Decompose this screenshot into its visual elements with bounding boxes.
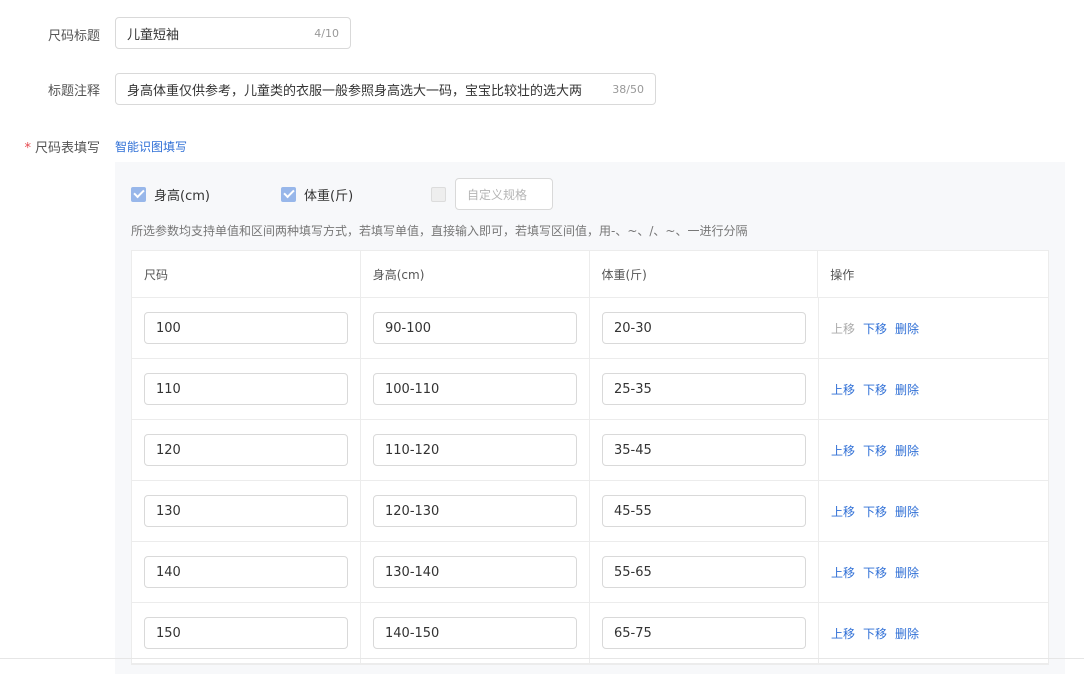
delete-button[interactable]: 删除 [895,442,919,459]
delete-button[interactable]: 删除 [895,381,919,398]
weight-input[interactable]: 45-55 [602,495,806,527]
move-down-button[interactable]: 下移 [863,503,887,520]
height-input[interactable]: 100-110 [373,373,577,405]
size-title-label: 尺码标题 [47,29,100,44]
delete-button[interactable]: 删除 [895,625,919,642]
checkbox-checked-icon[interactable] [131,186,146,202]
table-row: 100 90-100 20-30 上移 下移 删除 [132,298,1048,359]
size-input[interactable]: 150 [144,617,348,649]
move-up-button: 上移 [831,321,856,336]
height-input[interactable]: 120-130 [373,495,577,527]
size-title-count: 4/10 [314,26,339,40]
size-title-value: 儿童短袖 [127,27,180,43]
size-table: 尺码 身高(cm) 体重(斤) 操作 100 90-100 20-30 上移 下… [131,250,1049,665]
size-input[interactable]: 100 [144,312,348,344]
move-down-button[interactable]: 下移 [863,320,887,337]
move-down-button[interactable]: 下移 [863,381,887,398]
table-row: 110 100-110 25-35 上移 下移 删除 [132,359,1048,420]
checkbox-disabled-icon [431,186,446,202]
delete-button[interactable]: 删除 [895,320,919,337]
smart-fill-link[interactable]: 智能识图填写 [115,138,187,155]
spec-option-weight[interactable]: 体重(斤) [281,185,431,204]
move-up-button[interactable]: 上移 [831,625,855,642]
move-up-button[interactable]: 上移 [831,381,855,398]
weight-input[interactable]: 55-65 [602,556,806,588]
delete-button[interactable]: 删除 [895,503,919,520]
header-size: 尺码 [132,251,361,297]
move-up-button[interactable]: 上移 [831,503,855,520]
table-row: 130 120-130 45-55 上移 下移 删除 [132,481,1048,542]
weight-input[interactable]: 25-35 [602,373,806,405]
weight-input[interactable]: 65-75 [602,617,806,649]
size-input[interactable]: 120 [144,434,348,466]
size-table-panel: 身高(cm) 体重(斤) 自定义规格 所选参数均支持单值和区间两种填写方式，若填… [115,162,1065,674]
header-weight: 体重(斤) [590,251,819,297]
table-row: 150 140-150 65-75 上移 下移 删除 [132,603,1048,664]
table-row: 140 130-140 55-65 上移 下移 删除 [132,542,1048,603]
move-up-button[interactable]: 上移 [831,564,855,581]
table-row: 120 110-120 35-45 上移 下移 删除 [132,420,1048,481]
move-down-button[interactable]: 下移 [863,564,887,581]
title-note-count: 38/50 [612,82,644,96]
table-header: 尺码 身高(cm) 体重(斤) 操作 [132,251,1048,298]
move-down-button[interactable]: 下移 [863,442,887,459]
checkbox-checked-icon[interactable] [281,186,296,202]
height-input[interactable]: 110-120 [373,434,577,466]
required-mark: * [24,141,31,156]
height-input[interactable]: 130-140 [373,556,577,588]
title-note-input[interactable]: 身高体重仅供参考，儿童类的衣服一般参照身高选大一码，宝宝比较壮的选大两 38/5… [115,73,656,105]
size-input[interactable]: 140 [144,556,348,588]
spec-option-label: 体重(斤) [304,188,354,204]
spec-option-custom: 自定义规格 [431,178,553,210]
delete-button[interactable]: 删除 [895,564,919,581]
title-note-value: 身高体重仅供参考，儿童类的衣服一般参照身高选大一码，宝宝比较壮的选大两 [127,83,583,99]
weight-input[interactable]: 35-45 [602,434,806,466]
size-input[interactable]: 130 [144,495,348,527]
move-up-button[interactable]: 上移 [831,442,855,459]
move-down-button[interactable]: 下移 [863,625,887,642]
size-title-input[interactable]: 儿童短袖 4/10 [115,17,351,49]
weight-input[interactable]: 20-30 [602,312,806,344]
title-note-label: 标题注释 [47,84,100,99]
size-table-label: * 尺码表填写 [24,137,100,156]
size-table-label-text: 尺码表填写 [34,141,100,156]
size-input[interactable]: 110 [144,373,348,405]
fill-hint: 所选参数均支持单值和区间两种填写方式，若填写单值，直接输入即可，若填写区间值，用… [131,224,748,238]
spec-option-label: 身高(cm) [154,188,210,204]
custom-spec-placeholder: 自定义规格 [467,187,528,202]
header-height: 身高(cm) [361,251,590,297]
page-bottom-divider [0,658,1084,659]
header-actions: 操作 [830,267,855,282]
height-input[interactable]: 140-150 [373,617,577,649]
custom-spec-input[interactable]: 自定义规格 [455,178,553,210]
spec-option-height[interactable]: 身高(cm) [131,185,281,204]
height-input[interactable]: 90-100 [373,312,577,344]
spec-options: 身高(cm) 体重(斤) 自定义规格 [131,178,553,210]
